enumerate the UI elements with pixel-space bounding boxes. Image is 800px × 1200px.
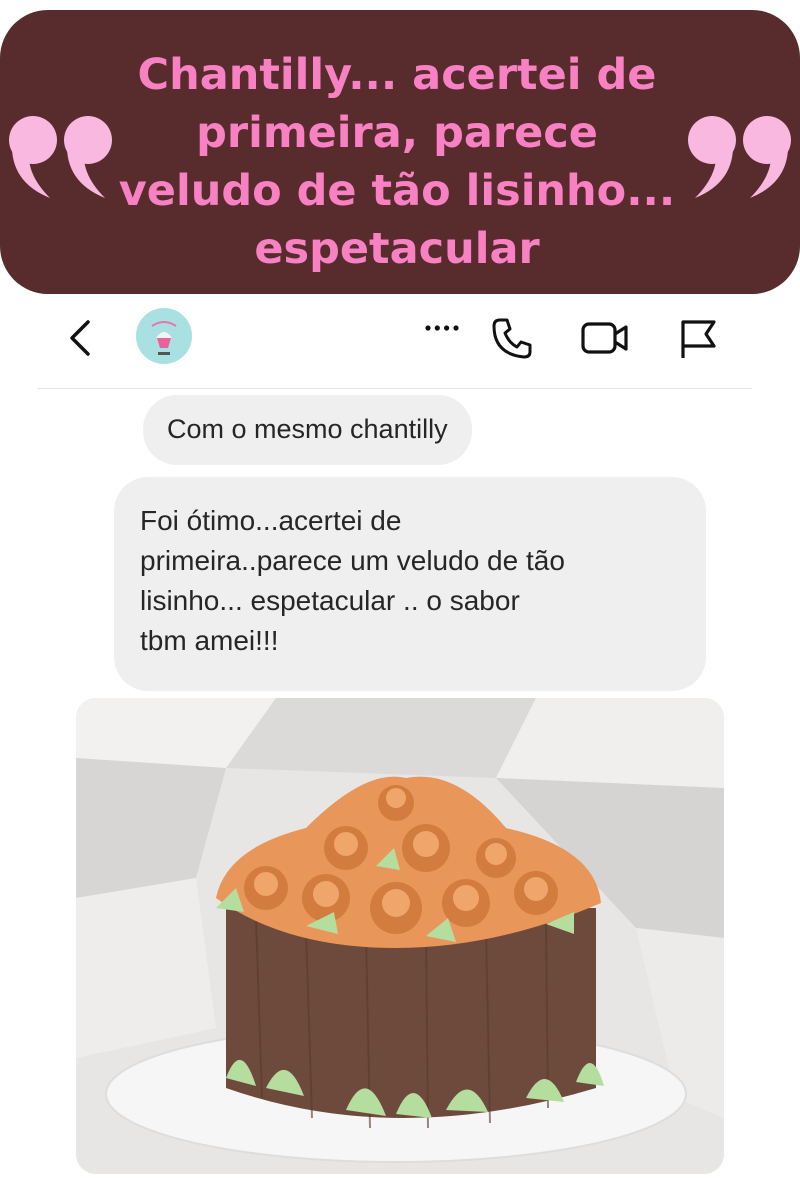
quote-banner: Chantilly... acertei de primeira, parece… (0, 10, 800, 294)
quote-text: Chantilly... acertei de primeira, parece… (118, 50, 676, 274)
chat-header (38, 298, 752, 389)
open-quote-icon (9, 116, 112, 198)
message-bubble: Com o mesmo chantilly (143, 395, 472, 465)
avatar[interactable] (136, 308, 192, 364)
more-options-icon[interactable] (424, 323, 460, 333)
message-bubble: Foi ótimo...acertei de primeira..parece … (114, 477, 706, 691)
phone-call-icon[interactable] (490, 316, 534, 360)
cake-illustration (76, 698, 724, 1174)
report-flag-icon[interactable] (678, 316, 718, 360)
close-quote-icon (688, 116, 791, 198)
cupcake-logo-icon (136, 308, 192, 364)
cake-photo[interactable] (76, 698, 724, 1174)
video-call-icon[interactable] (580, 318, 630, 358)
back-icon[interactable] (66, 318, 96, 358)
